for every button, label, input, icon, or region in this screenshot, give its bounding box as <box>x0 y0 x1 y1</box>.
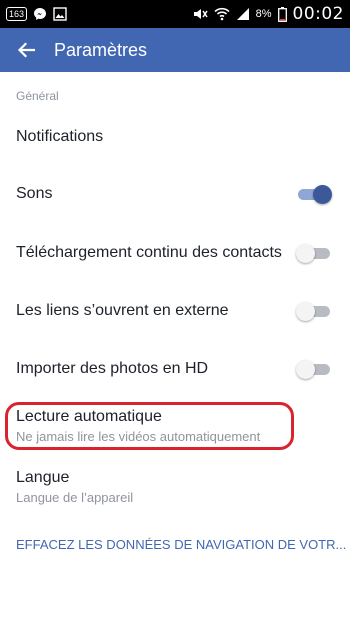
sounds-toggle[interactable] <box>296 184 332 204</box>
arrow-left-icon <box>17 42 35 58</box>
hd-photos-toggle[interactable] <box>296 359 332 379</box>
status-bar: 163 8% 00:02 <box>0 0 350 28</box>
setting-language-value: Langue de l’appareil <box>16 490 134 505</box>
section-header-general: Général <box>16 89 59 103</box>
setting-hd-photos[interactable]: Importer des photos en HD <box>0 340 350 398</box>
back-button[interactable] <box>14 38 38 62</box>
status-bar-left: 163 <box>6 7 67 21</box>
status-bar-right: 8% 00:02 <box>192 4 344 24</box>
settings-list: Général Notifications Sons Téléchargemen… <box>0 72 350 566</box>
setting-language[interactable]: Langue Langue de l’appareil <box>0 452 350 522</box>
clear-browsing-data-link[interactable]: EFFACEZ LES DONNÉES DE NAVIGATION DE VOT… <box>0 522 350 566</box>
signal-icon <box>236 7 250 21</box>
contacts-upload-toggle[interactable] <box>296 243 332 263</box>
status-clock: 00:02 <box>292 4 344 24</box>
page-title: Paramètres <box>54 39 148 60</box>
messenger-icon <box>33 7 47 21</box>
setting-contacts-upload[interactable]: Téléchargement continu des contacts <box>0 224 350 282</box>
setting-notifications[interactable]: Notifications <box>0 109 350 164</box>
notification-badge-icon: 163 <box>6 7 28 21</box>
setting-sounds-label: Sons <box>16 185 53 202</box>
setting-external-links-label: Les liens s’ouvrent en externe <box>16 302 229 319</box>
setting-language-label: Langue <box>16 469 70 486</box>
app-bar: Paramètres <box>0 28 350 72</box>
setting-notifications-label: Notifications <box>16 127 104 145</box>
battery-percent: 8% <box>255 8 272 20</box>
setting-contacts-upload-label: Téléchargement continu des contacts <box>16 244 282 261</box>
setting-sounds[interactable]: Sons <box>0 164 350 224</box>
mute-icon <box>192 7 208 21</box>
setting-hd-photos-label: Importer des photos en HD <box>16 360 209 377</box>
setting-autoplay[interactable]: Lecture automatique Ne jamais lire les v… <box>0 400 350 452</box>
external-links-toggle[interactable] <box>296 301 332 321</box>
setting-external-links[interactable]: Les liens s’ouvrent en externe <box>0 282 350 340</box>
setting-autoplay-label: Lecture automatique <box>16 408 162 425</box>
battery-icon <box>277 6 287 22</box>
setting-autoplay-value: Ne jamais lire les vidéos automatiquemen… <box>16 429 261 444</box>
image-icon <box>53 7 67 21</box>
wifi-icon <box>214 7 230 21</box>
